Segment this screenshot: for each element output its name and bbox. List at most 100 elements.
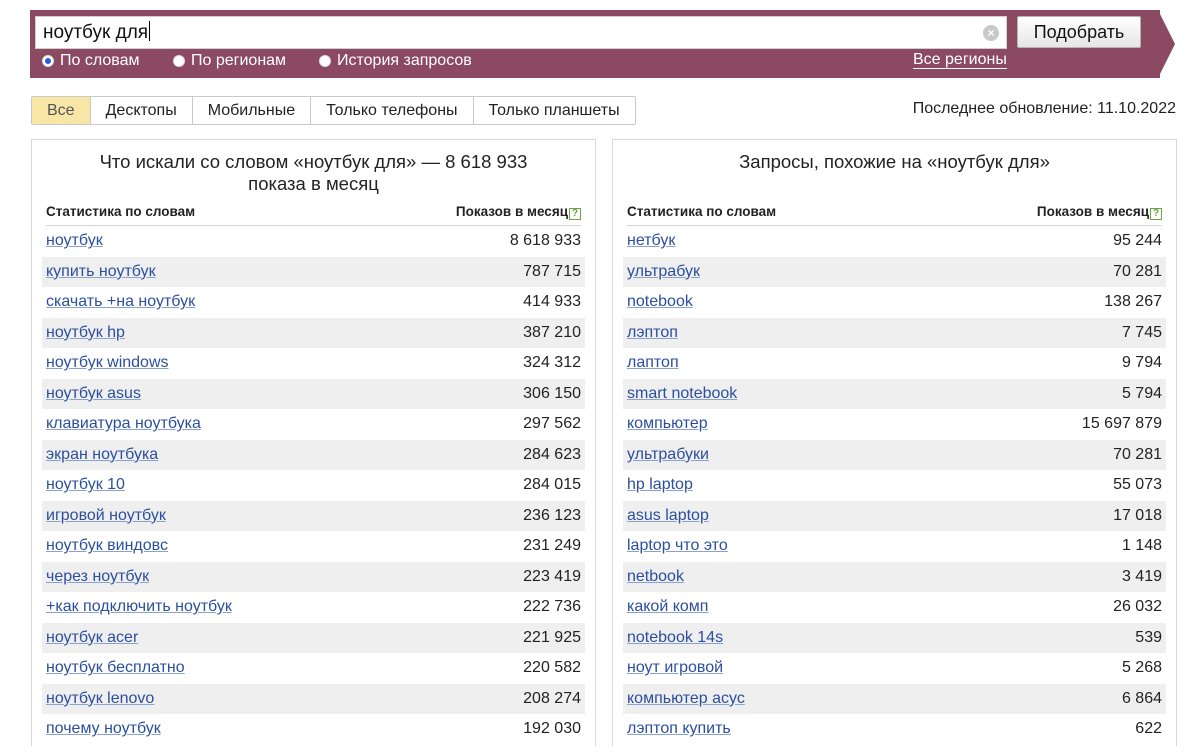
keyword-link[interactable]: ноут игровой (627, 659, 723, 677)
impressions-count: 8 618 933 (509, 232, 581, 250)
keyword-link[interactable]: hp laptop (627, 476, 693, 494)
clear-icon[interactable]: × (983, 25, 999, 41)
table-body: нетбук 95 244 ультрабук 70 281 notebook 138 2… (623, 226, 1166, 745)
table-row: asus laptop 17 018 (623, 500, 1166, 531)
keyword-link[interactable]: ультрабук (627, 263, 700, 281)
impressions-count: 208 274 (523, 689, 581, 707)
impressions-count: 414 933 (523, 293, 581, 311)
table-row: ноутбук windows 324 312 (42, 348, 585, 379)
keyword-link[interactable]: компьютер асус (627, 690, 745, 708)
keyword-link[interactable]: клавиатура ноутбука (46, 415, 201, 433)
keyword-link[interactable]: netbook (627, 568, 684, 586)
mode-radio-regions[interactable]: По регионам (173, 52, 286, 70)
help-icon[interactable]: ? (569, 208, 581, 220)
table-row: через ноутбук 223 419 (42, 561, 585, 592)
table-row: ноут игровой 5 268 (623, 653, 1166, 684)
table-row: экран ноутбука 284 623 (42, 439, 585, 470)
impressions-count: 306 150 (523, 384, 581, 402)
table-row: лаптоп 9 794 (623, 348, 1166, 379)
keyword-link[interactable]: почему ноутбук (46, 720, 161, 738)
table-row: какой комп 26 032 (623, 592, 1166, 623)
table-header: Статистика по словам Показов в месяц? (627, 204, 1162, 226)
table-row: ноутбук 8 618 933 (42, 226, 585, 257)
text-caret (149, 21, 151, 41)
impressions-count: 55 073 (1113, 476, 1162, 494)
column-header-count: Показов в месяц? (1037, 204, 1162, 225)
tab-mobile[interactable]: Мобильные (193, 97, 312, 124)
panel-title: Что искали со словом «ноутбук для» — 8 6… (32, 151, 595, 197)
impressions-count: 9 794 (1121, 354, 1162, 372)
all-regions-link[interactable]: Все регионы (913, 51, 1007, 69)
keyword-link[interactable]: ноутбук виндовс (46, 537, 168, 555)
keyword-link[interactable]: laptop что это (627, 537, 728, 555)
table-row: скачать +на ноутбук 414 933 (42, 287, 585, 318)
keyword-link[interactable]: лаптоп (627, 354, 679, 372)
keyword-link[interactable]: нетбук (627, 232, 675, 250)
mode-radio-history[interactable]: История запросов (319, 52, 472, 70)
impressions-count: 221 925 (523, 628, 581, 646)
tab-tablets-only[interactable]: Только планшеты (474, 97, 635, 124)
table-row: ноутбук acer 221 925 (42, 622, 585, 653)
column-header-count-label: Показов в месяц (1036, 204, 1149, 219)
impressions-count: 5 268 (1121, 659, 1162, 677)
keyword-link[interactable]: игровой ноутбук (46, 507, 166, 525)
keyword-link[interactable]: ультрабуки (627, 446, 709, 464)
keyword-link[interactable]: скачать +на ноутбук (46, 293, 195, 311)
table-row: лэптоп 7 745 (623, 317, 1166, 348)
impressions-count: 231 249 (523, 537, 581, 555)
impressions-count: 95 244 (1113, 232, 1162, 250)
keyword-link[interactable]: через ноутбук (46, 568, 149, 586)
keyword-link[interactable]: какой комп (627, 598, 708, 616)
tab-desktops[interactable]: Десктопы (91, 97, 193, 124)
impressions-count: 5 794 (1121, 384, 1162, 402)
keyword-link[interactable]: купить ноутбук (46, 263, 156, 281)
radio-icon[interactable] (319, 55, 331, 67)
panel-title-line: Что искали со словом «ноутбук для» — 8 6… (99, 151, 528, 172)
keyword-link[interactable]: лэптоп (627, 324, 678, 342)
keyword-link[interactable]: ноутбук бесплатно (46, 659, 185, 677)
table-row: ноутбук asus 306 150 (42, 378, 585, 409)
keyword-link[interactable]: ноутбук acer (46, 629, 138, 647)
keyword-link[interactable]: notebook (627, 293, 693, 311)
table-row: smart notebook 5 794 (623, 378, 1166, 409)
table-row: ноутбук бесплатно 220 582 (42, 653, 585, 684)
keyword-link[interactable]: asus laptop (627, 507, 709, 525)
table-row: notebook 14s 539 (623, 622, 1166, 653)
keyword-link[interactable]: ноутбук lenovo (46, 690, 154, 708)
tab-all[interactable]: Все (32, 97, 91, 124)
table-row: hp laptop 55 073 (623, 470, 1166, 501)
table-body: ноутбук 8 618 933 купить ноутбук 787 715 ска… (42, 226, 585, 745)
help-icon[interactable]: ? (1150, 208, 1162, 220)
submit-button[interactable]: Подобрать (1017, 16, 1141, 48)
keyword-link[interactable]: +как подключить ноутбук (46, 598, 232, 616)
table-row: ноутбук 10 284 015 (42, 470, 585, 501)
search-input[interactable]: ноутбук для (35, 16, 1007, 49)
impressions-count: 222 736 (523, 598, 581, 616)
radio-checked-icon[interactable] (42, 55, 54, 67)
table-row: нетбук 95 244 (623, 226, 1166, 257)
keyword-link[interactable]: компьютер (627, 415, 708, 433)
table-row: ноутбук виндовс 231 249 (42, 531, 585, 562)
keyword-link[interactable]: экран ноутбука (46, 446, 158, 464)
keyword-link[interactable]: ноутбук 10 (46, 476, 125, 494)
keyword-link[interactable]: ноутбук windows (46, 354, 169, 372)
keyword-link[interactable]: notebook 14s (627, 629, 723, 647)
impressions-count: 324 312 (523, 354, 581, 372)
table-row: ноутбук hp 387 210 (42, 317, 585, 348)
impressions-count: 284 623 (523, 445, 581, 463)
mode-radio-words[interactable]: По словам (42, 52, 139, 70)
keyword-link[interactable]: ноутбук (46, 232, 103, 250)
impressions-count: 3 419 (1121, 567, 1162, 585)
last-update: Последнее обновление: 11.10.2022 (912, 100, 1176, 117)
impressions-count: 70 281 (1113, 262, 1162, 280)
keyword-link[interactable]: лэптоп купить (627, 720, 731, 738)
impressions-count: 138 267 (1104, 293, 1162, 311)
radio-icon[interactable] (173, 55, 185, 67)
search-band-arrow (1158, 10, 1175, 78)
keyword-link[interactable]: smart notebook (627, 385, 737, 403)
keyword-link[interactable]: ноутбук hp (46, 324, 125, 342)
keyword-link[interactable]: ноутбук asus (46, 385, 141, 403)
tab-phones-only[interactable]: Только телефоны (311, 97, 474, 124)
panel-title-line: показа в месяц (248, 173, 379, 194)
table-row: laptop что это 1 148 (623, 531, 1166, 562)
